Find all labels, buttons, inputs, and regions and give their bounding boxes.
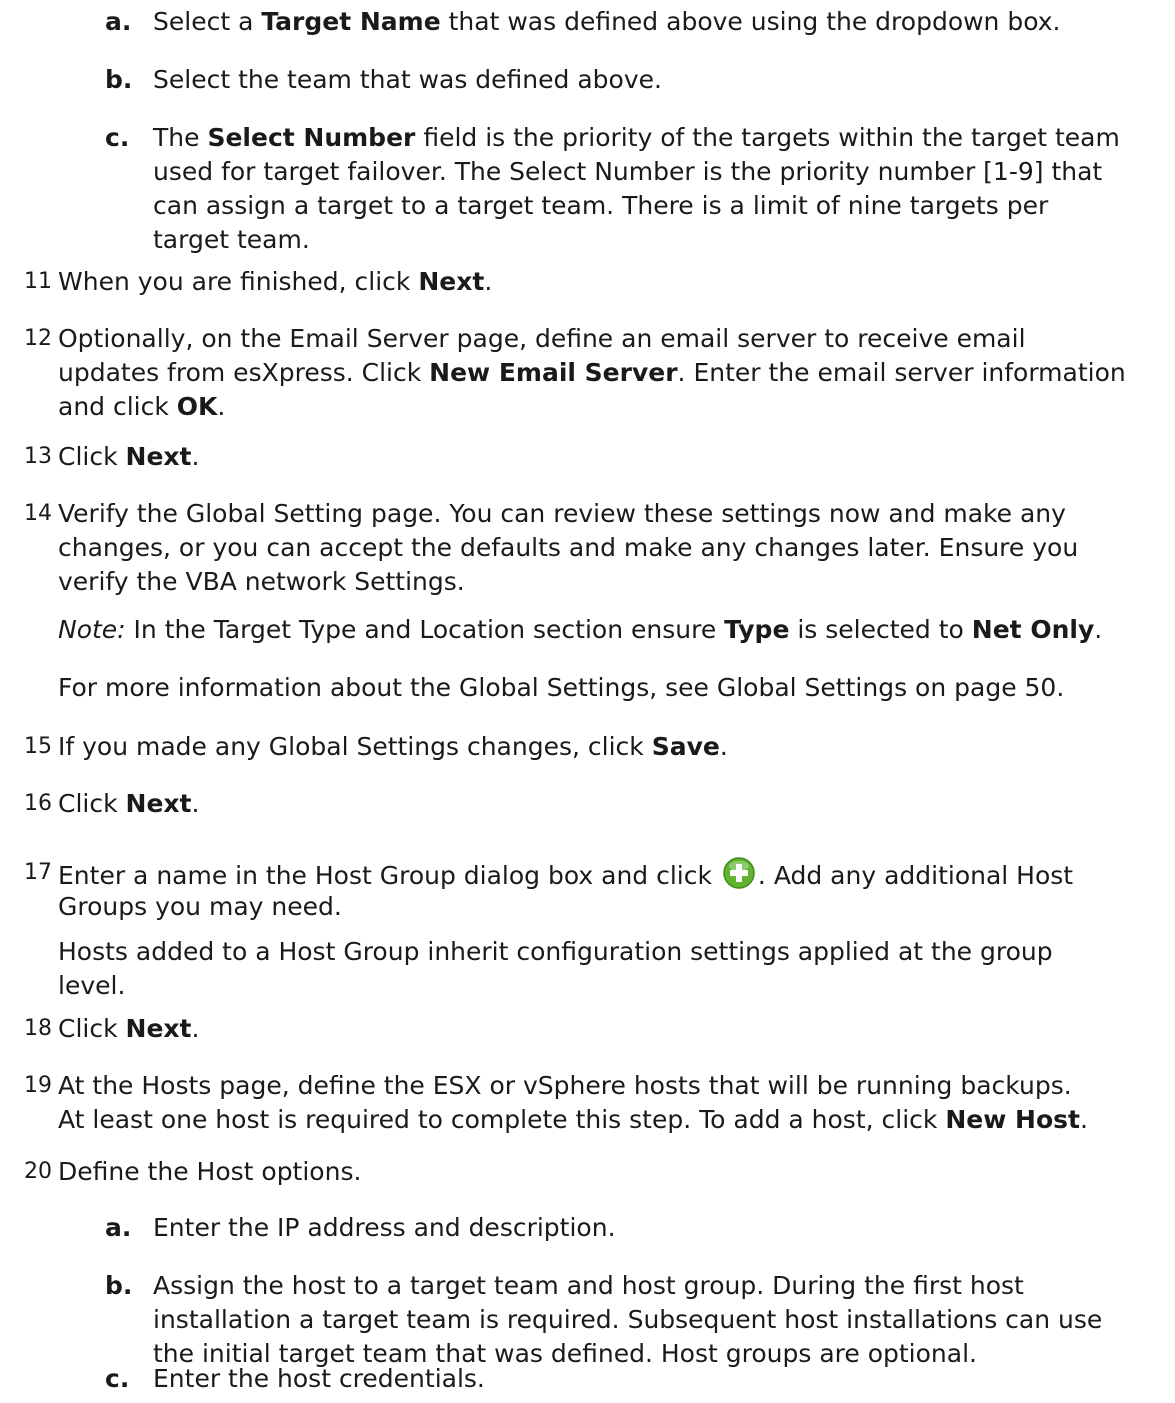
sub-item-c: c. The Select Number field is the priori… [0, 121, 1175, 257]
step-13: 13 Click Next. [0, 440, 1175, 474]
step-20: 20 Define the Host options. [0, 1155, 1175, 1189]
step-19: 19 At the Hosts page, define the ESX or … [0, 1069, 1175, 1137]
text-line: updates from esXpress. Click New Email S… [58, 358, 1126, 387]
text-line: Note: In the Target Type and Location se… [58, 615, 1103, 644]
sub-item-text: Enter the host credentials. [153, 1362, 485, 1396]
text-line: Select a Target Name that was defined ab… [153, 7, 1061, 36]
step-18: 18 Click Next. [0, 1012, 1175, 1046]
text-line: Click Next. [58, 442, 200, 471]
text-line: changes, or you can accept the defaults … [58, 533, 1079, 562]
sub-item-a: a. Select a Target Name that was defined… [0, 5, 1175, 39]
text-line: can assign a target to a target team. Th… [153, 191, 1049, 220]
sub-item-letter: b. [105, 65, 133, 94]
text-line: At least one host is required to complet… [58, 1105, 1088, 1134]
step-text: If you made any Global Settings changes,… [58, 730, 728, 764]
bold-term: Target Name [261, 7, 441, 36]
bold-term: Next [418, 267, 485, 296]
text-line: verify the VBA network Settings. [58, 567, 465, 596]
text-line: and click OK. [58, 392, 226, 421]
sub-item-letter: c. [105, 123, 130, 152]
step-text: Click Next. [58, 1012, 199, 1046]
step-text: Click Next. [58, 787, 199, 821]
step-number: 18 [24, 1016, 52, 1041]
text-line: At the Hosts page, define the ESX or vSp… [58, 1071, 1072, 1100]
paragraph-text: Hosts added to a Host Group inherit conf… [58, 935, 1053, 1003]
sub-item-letter: a. [105, 1213, 132, 1242]
sub-item-text: Enter the IP address and description. [153, 1211, 616, 1245]
step-number: 11 [24, 269, 52, 294]
text-line: target team. [153, 225, 310, 254]
step-text: When you are finished, click Next. [58, 265, 492, 299]
step-number: 16 [24, 791, 52, 816]
step-number: 12 [24, 326, 52, 351]
sub-item-text: Select the team that was defined above. [153, 63, 662, 97]
bold-term: Next [125, 789, 192, 818]
text-line: Verify the Global Setting page. You can … [58, 499, 1066, 528]
text-line: Select the team that was defined above. [153, 65, 662, 94]
step-15: 15 If you made any Global Settings chang… [0, 730, 1175, 764]
step-16: 16 Click Next. [0, 787, 1175, 821]
step-14-note: Note: In the Target Type and Location se… [0, 613, 1175, 647]
sub-item-b: b. Select the team that was defined abov… [0, 63, 1175, 97]
step-17-paragraph: Hosts added to a Host Group inherit conf… [0, 935, 1175, 1003]
step-text: Click Next. [58, 440, 199, 474]
italic-label: Note: [58, 615, 126, 644]
bold-term: Next [125, 442, 192, 471]
host-sub-item-a: a. Enter the IP address and description. [0, 1211, 1175, 1245]
step-12: 12 Optionally, on the Email Server page,… [0, 322, 1175, 424]
step-text: At the Hosts page, define the ESX or vSp… [58, 1069, 1088, 1137]
step-text: Enter a name in the Host Group dialog bo… [58, 856, 1073, 924]
text-line: Enter the host credentials. [153, 1364, 485, 1393]
sub-item-text: The Select Number field is the priority … [153, 121, 1120, 257]
step-14-more-info: For more information about the Global Se… [0, 671, 1175, 705]
step-14: 14 Verify the Global Setting page. You c… [0, 497, 1175, 599]
step-number: 17 [24, 860, 52, 885]
text-line: Define the Host options. [58, 1157, 362, 1186]
bold-term: Net Only [971, 615, 1095, 644]
step-number: 19 [24, 1073, 52, 1098]
step-text: Define the Host options. [58, 1155, 361, 1189]
text-line: level. [58, 971, 126, 1000]
step-text: Optionally, on the Email Server page, de… [58, 322, 1126, 424]
text-line: used for target failover. The Select Num… [153, 157, 1103, 186]
bold-term: New Host [945, 1105, 1080, 1134]
sub-item-letter: b. [105, 1271, 133, 1300]
text-line: Hosts added to a Host Group inherit conf… [58, 937, 1053, 966]
bold-term: Select Number [207, 123, 416, 152]
text-line: Assign the host to a target team and hos… [153, 1271, 1024, 1300]
bold-term: Next [125, 1014, 192, 1043]
document-page: a. Select a Target Name that was defined… [0, 0, 1175, 1403]
step-number: 20 [24, 1159, 52, 1184]
text-line: When you are finished, click Next. [58, 267, 493, 296]
text-line: Enter the IP address and description. [153, 1213, 616, 1242]
step-11: 11 When you are finished, click Next. [0, 265, 1175, 299]
text-line: The Select Number field is the priority … [153, 123, 1120, 152]
step-number: 13 [24, 444, 52, 469]
sub-item-text: Select a Target Name that was defined ab… [153, 5, 1061, 39]
text-line: If you made any Global Settings changes,… [58, 732, 728, 761]
text-line: Click Next. [58, 1014, 200, 1043]
sub-item-text: Assign the host to a target team and hos… [153, 1269, 1102, 1371]
bold-term: New Email Server [429, 358, 678, 387]
bold-term: Type [724, 615, 790, 644]
host-sub-item-c: c. Enter the host credentials. [0, 1362, 1175, 1396]
sub-item-letter: a. [105, 7, 132, 36]
sub-item-letter: c. [105, 1364, 130, 1393]
add-circle-icon [722, 856, 756, 890]
note-text: Note: In the Target Type and Location se… [58, 613, 1102, 647]
step-number: 15 [24, 734, 52, 759]
step-text: Verify the Global Setting page. You can … [58, 497, 1078, 599]
step-number: 14 [24, 501, 52, 526]
bold-term: Save [651, 732, 720, 761]
text-line: Click Next. [58, 789, 200, 818]
text-line: Groups you may need. [58, 892, 342, 921]
host-sub-item-b: b. Assign the host to a target team and … [0, 1269, 1175, 1371]
step-17: 17 Enter a name in the Host Group dialog… [0, 856, 1175, 924]
bold-term: OK [176, 392, 218, 421]
text-line: installation a target team is required. … [153, 1305, 1103, 1334]
more-info-text: For more information about the Global Se… [58, 671, 1064, 705]
text-line: For more information about the Global Se… [58, 673, 1065, 702]
text-line: Optionally, on the Email Server page, de… [58, 324, 1026, 353]
text-line: Enter a name in the Host Group dialog bo… [58, 856, 1073, 890]
